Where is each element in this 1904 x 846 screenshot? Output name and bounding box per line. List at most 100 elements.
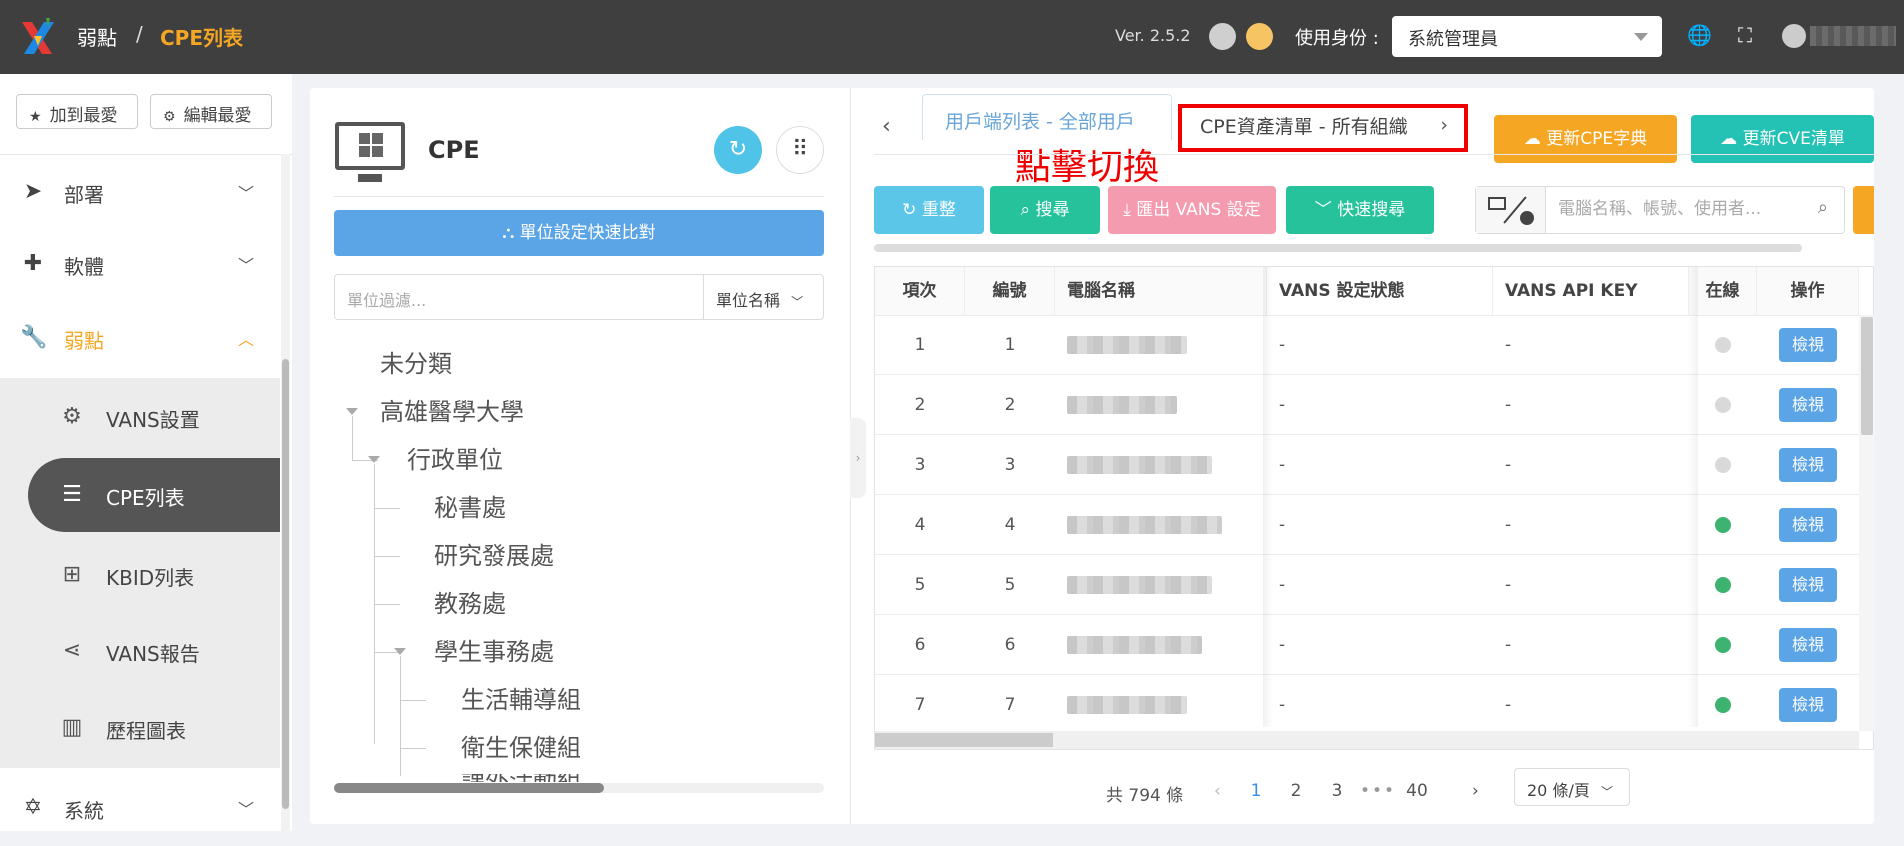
breadcrumb-vulnerability[interactable]: 弱點 bbox=[77, 22, 117, 51]
search-icon[interactable]: ⌕ bbox=[1818, 197, 1828, 218]
bar-chart-icon: ▥ bbox=[61, 715, 83, 740]
pager-ellipsis[interactable]: ••• bbox=[1360, 781, 1396, 801]
cell-vans-api-key: - bbox=[1505, 635, 1512, 655]
pager-page[interactable]: 1 bbox=[1241, 781, 1271, 801]
pager-page[interactable]: 2 bbox=[1281, 781, 1311, 801]
view-button[interactable]: 檢視 bbox=[1779, 448, 1837, 482]
add-favorite-button[interactable]: ★ 加到最愛 bbox=[16, 94, 138, 129]
sidebar-item-history-chart[interactable]: ▥ 歷程圖表 bbox=[0, 691, 280, 765]
sidebar-item-vans-settings[interactable]: ⚙ VANS設置 bbox=[0, 380, 280, 454]
sidebar-item-cpe-list[interactable]: ☰ CPE列表 bbox=[28, 458, 280, 532]
cell-computer-name-blurred[interactable] bbox=[1067, 636, 1202, 654]
col-header-online[interactable]: 在線 bbox=[1689, 267, 1757, 315]
sidebar-item-kbid-list[interactable]: ⊞ KBID列表 bbox=[0, 538, 280, 612]
search-input[interactable] bbox=[1556, 198, 1796, 220]
refresh-button[interactable]: ↻ bbox=[714, 126, 762, 174]
tab-scroll-left-icon[interactable]: ‹ bbox=[882, 114, 891, 139]
pager-prev-icon[interactable]: ‹ bbox=[1214, 781, 1221, 801]
role-select[interactable]: 系統管理員 bbox=[1392, 16, 1662, 57]
app-logo[interactable] bbox=[18, 16, 58, 58]
tree-node[interactable]: 課外活動組 bbox=[461, 774, 581, 782]
pager-page[interactable]: 40 bbox=[1402, 781, 1432, 801]
cell-computer-name-blurred[interactable] bbox=[1067, 336, 1187, 354]
cell-computer-name-blurred[interactable] bbox=[1067, 516, 1222, 534]
collapse-handle[interactable]: › bbox=[850, 418, 866, 498]
online-status-dot bbox=[1715, 637, 1731, 653]
tree-node[interactable]: 衛生保健組 bbox=[461, 728, 581, 763]
pager-next-icon[interactable]: › bbox=[1472, 781, 1479, 801]
sidebar-item-deploy[interactable]: ➤ 部署 ﹀ bbox=[0, 154, 280, 230]
tree-node[interactable]: 高雄醫學大學 bbox=[380, 392, 524, 427]
col-header-vans-status[interactable]: VANS 設定狀態 bbox=[1267, 267, 1493, 315]
sidebar-item-vulnerability[interactable]: 🔧 弱點 ︿ bbox=[0, 300, 280, 376]
search-button[interactable]: ⌕ 搜尋 bbox=[990, 186, 1100, 234]
view-button[interactable]: 檢視 bbox=[1779, 568, 1837, 602]
globe-icon[interactable]: 🌐 bbox=[1687, 24, 1712, 46]
cell-computer-name-blurred[interactable] bbox=[1067, 576, 1212, 594]
computer-icon bbox=[335, 122, 405, 170]
quick-search-button[interactable]: ﹀ 快速搜尋 bbox=[1286, 186, 1434, 234]
tree-node[interactable]: 未分類 bbox=[380, 344, 452, 379]
view-button[interactable]: 檢視 bbox=[1779, 328, 1837, 362]
export-label: 匯出 VANS 設定 bbox=[1136, 200, 1261, 220]
col-header-number[interactable]: 編號 bbox=[965, 267, 1055, 315]
chevron-down-icon: ﹀ bbox=[238, 800, 255, 819]
cell-vans-api-key: - bbox=[1505, 455, 1512, 475]
tree-expand-icon[interactable] bbox=[346, 408, 358, 415]
filter-button[interactable] bbox=[1853, 186, 1874, 234]
cell-index: 6 bbox=[914, 635, 926, 655]
cell-number: 5 bbox=[1004, 575, 1016, 595]
cell-computer-name-blurred[interactable] bbox=[1067, 696, 1187, 714]
col-header-computer-name[interactable]: 電腦名稱 bbox=[1055, 267, 1267, 315]
cell-computer-name-blurred[interactable] bbox=[1067, 396, 1177, 414]
search-type-toggle[interactable] bbox=[1476, 187, 1546, 233]
grid-icon: ⠿ bbox=[791, 137, 809, 162]
view-button[interactable]: 檢視 bbox=[1779, 388, 1837, 422]
pager-page[interactable]: 3 bbox=[1322, 781, 1352, 801]
sidebar-item-software[interactable]: ✚ 軟體 ﹀ bbox=[0, 226, 280, 302]
tree-node[interactable]: 生活輔導組 bbox=[461, 680, 581, 715]
col-header-vans-api-key[interactable]: VANS API KEY bbox=[1493, 267, 1689, 315]
table-horizontal-scrollbar-thumb[interactable] bbox=[875, 733, 1053, 747]
table-top-scrollbar[interactable] bbox=[874, 244, 1802, 252]
tree-scrollbar-thumb[interactable] bbox=[334, 783, 604, 793]
highlight-box bbox=[1178, 104, 1468, 152]
tree-node[interactable]: 行政單位 bbox=[407, 440, 503, 475]
unit-filter-input[interactable]: 單位過濾... bbox=[334, 274, 704, 320]
tree-expand-icon[interactable] bbox=[368, 456, 380, 463]
reset-button[interactable]: ↻ 重整 bbox=[874, 186, 984, 234]
username-blurred[interactable] bbox=[1810, 26, 1896, 46]
tree-node[interactable]: 教務處 bbox=[434, 584, 506, 619]
sidebar-item-vans-report[interactable]: ⋖ VANS報告 bbox=[0, 614, 280, 688]
tree-node[interactable]: 秘書處 bbox=[434, 488, 506, 523]
refresh-icon: ↻ bbox=[728, 137, 748, 162]
update-cve-button[interactable]: ☁ 更新CVE清單 bbox=[1691, 115, 1874, 163]
export-vans-button[interactable]: ⤓ 匯出 VANS 設定 bbox=[1108, 186, 1276, 234]
edit-favorite-button[interactable]: ⚙ 編輯最愛 bbox=[150, 94, 272, 129]
col-header-index[interactable]: 項次 bbox=[875, 267, 965, 315]
table-vertical-scrollbar-thumb[interactable] bbox=[1861, 317, 1873, 435]
tree-node[interactable]: 學生事務處 bbox=[434, 632, 554, 667]
page-size-select[interactable]: 20 條/頁 ﹀ bbox=[1514, 768, 1630, 806]
window-icon[interactable] bbox=[1209, 23, 1236, 50]
view-button[interactable]: 檢視 bbox=[1779, 508, 1837, 542]
grid-menu-button[interactable]: ⠿ bbox=[776, 126, 824, 174]
quick-compare-button[interactable]: ⛬ 單位設定快速比對 bbox=[334, 210, 824, 256]
view-button[interactable]: 檢視 bbox=[1779, 688, 1837, 722]
avatar[interactable] bbox=[1782, 24, 1806, 48]
sidebar-scrollbar-thumb[interactable] bbox=[282, 359, 289, 809]
view-button[interactable]: 檢視 bbox=[1779, 628, 1837, 662]
col-header-action[interactable]: 操作 bbox=[1757, 267, 1859, 315]
tab-client-list[interactable]: 用戶端列表 - 全部用戶 bbox=[922, 94, 1172, 140]
unit-filter-select[interactable]: 單位名稱 ﹀ bbox=[703, 274, 824, 320]
version-label: Ver. 2.5.2 bbox=[1115, 26, 1191, 45]
sidebar-item-system[interactable]: ✡ 系統 ﹀ bbox=[0, 770, 280, 846]
update-cpe-button[interactable]: ☁ 更新CPE字典 bbox=[1494, 115, 1677, 163]
notice-icon[interactable] bbox=[1246, 23, 1273, 50]
cell-computer-name-blurred[interactable] bbox=[1067, 456, 1212, 474]
fullscreen-icon[interactable]: ⛶ bbox=[1734, 24, 1756, 46]
role-select-value: 系統管理員 bbox=[1408, 29, 1498, 50]
tree-node[interactable]: 研究發展處 bbox=[434, 536, 554, 571]
online-status-dot bbox=[1715, 577, 1731, 593]
tree-expand-icon[interactable] bbox=[394, 648, 406, 655]
